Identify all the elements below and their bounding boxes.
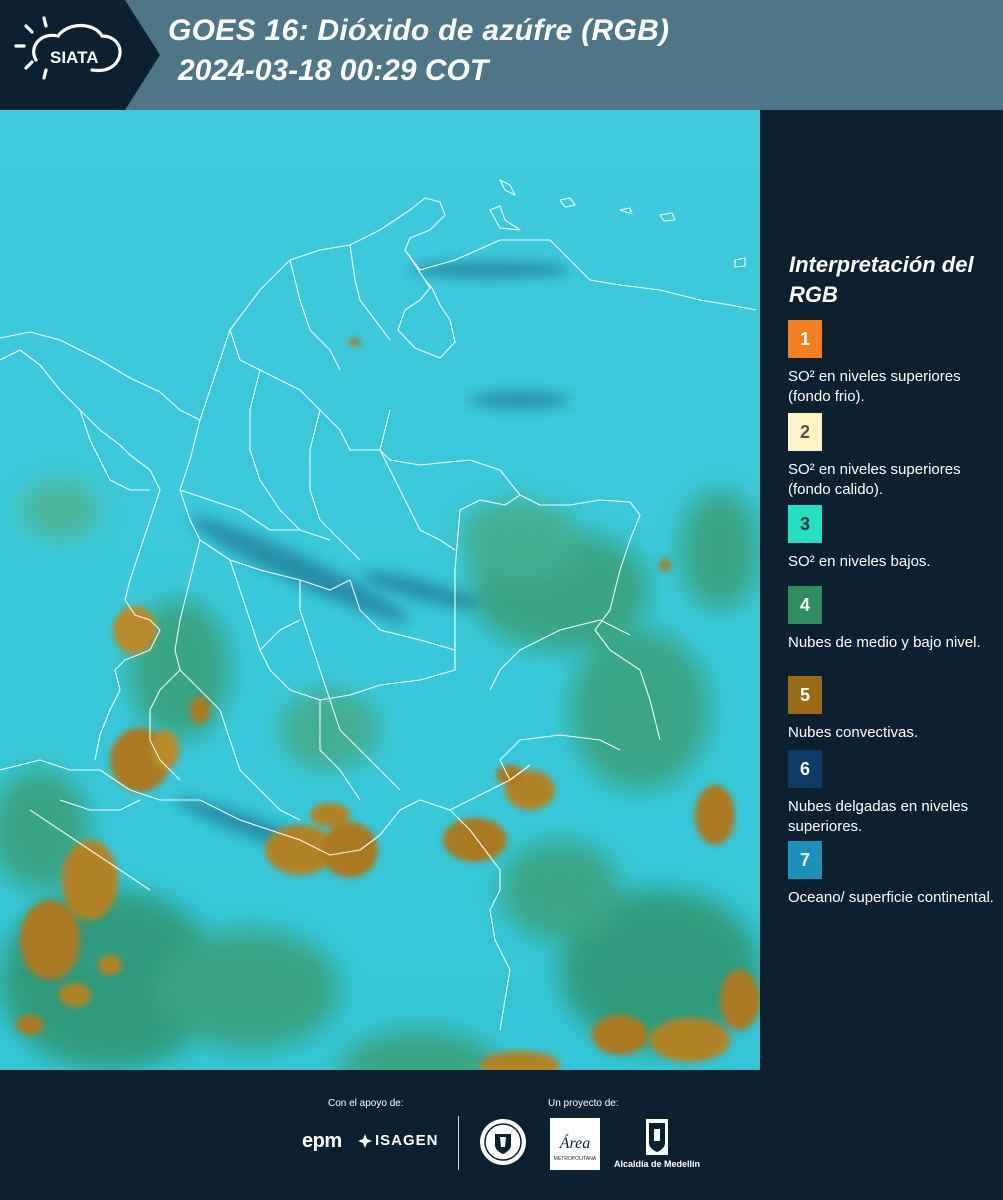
timestamp: 2024-03-18 00:29 COT <box>178 54 489 87</box>
epm-logo: epm <box>302 1130 342 1153</box>
legend-item: 4 Nubes de medio y bajo nivel. <box>788 586 998 653</box>
project-label: Un proyecto de: <box>548 1098 619 1109</box>
legend-label: SO² en niveles bajos. <box>788 553 931 570</box>
amva-sub-text: METROPOLITANA <box>554 1156 597 1162</box>
legend-label: SO² en niveles superiores (fondo frio). <box>788 368 961 405</box>
footer-divider <box>458 1116 459 1170</box>
legend-item: 6 Nubes delgadas en niveles superiores. <box>788 750 998 837</box>
footer: Con el apoyo de: Un proyecto de: epm ISA… <box>0 1070 1003 1200</box>
header-bar: SIATA GOES 16: Dióxido de azúfre (RGB) 2… <box>0 0 1003 110</box>
legend-swatch: 3 <box>788 505 822 543</box>
legend-label: SO² en niveles superiores (fondo calido)… <box>788 461 961 498</box>
epm-text: epm <box>302 1130 342 1152</box>
legend-item: 5 Nubes convectivas. <box>788 676 998 743</box>
legend-swatch: 2 <box>788 413 822 451</box>
isagen-text: ISAGEN <box>375 1132 439 1149</box>
alcaldia-label: Alcaldía de Medellín <box>613 1159 701 1169</box>
siata-logo-icon: SIATA <box>14 16 122 80</box>
legend-item: 7 Oceano/ superficie continental. <box>788 841 998 908</box>
area-metropolitana-logo: Área METROPOLITANA <box>550 1118 600 1170</box>
medellin-seal-icon <box>480 1119 526 1165</box>
isagen-icon <box>358 1133 372 1148</box>
legend-swatch: 1 <box>788 320 822 358</box>
logo-text: SIATA <box>50 48 98 67</box>
legend-item: 1 SO² en niveles superiores (fondo frio). <box>788 320 998 407</box>
satellite-image <box>0 110 760 1070</box>
legend-item: 3 SO² en niveles bajos. <box>788 505 998 572</box>
legend-title: Interpretación del RGB <box>789 252 974 307</box>
logo-block: SIATA <box>0 0 160 110</box>
support-label: Con el apoyo de: <box>328 1098 404 1109</box>
legend-swatch: 7 <box>788 841 822 879</box>
page-title: GOES 16: Dióxido de azúfre (RGB) <box>168 14 670 47</box>
legend-label: Nubes delgadas en niveles superiores. <box>788 798 969 835</box>
amva-text: Área <box>559 1133 591 1152</box>
legend-panel: Interpretación del RGB 1 SO² en niveles s… <box>760 110 1003 1070</box>
legend-swatch: 6 <box>788 750 822 788</box>
legend-label: Nubes de medio y bajo nivel. <box>788 634 981 651</box>
legend-label: Nubes convectivas. <box>788 724 919 741</box>
legend-item: 2 SO² en niveles superiores (fondo calido… <box>788 413 998 500</box>
legend-swatch: 4 <box>788 586 822 624</box>
satellite-map <box>0 110 760 1070</box>
legend-label: Oceano/ superficie continental. <box>788 889 994 906</box>
isagen-logo: ISAGEN <box>358 1132 439 1149</box>
legend-swatch: 5 <box>788 676 822 714</box>
